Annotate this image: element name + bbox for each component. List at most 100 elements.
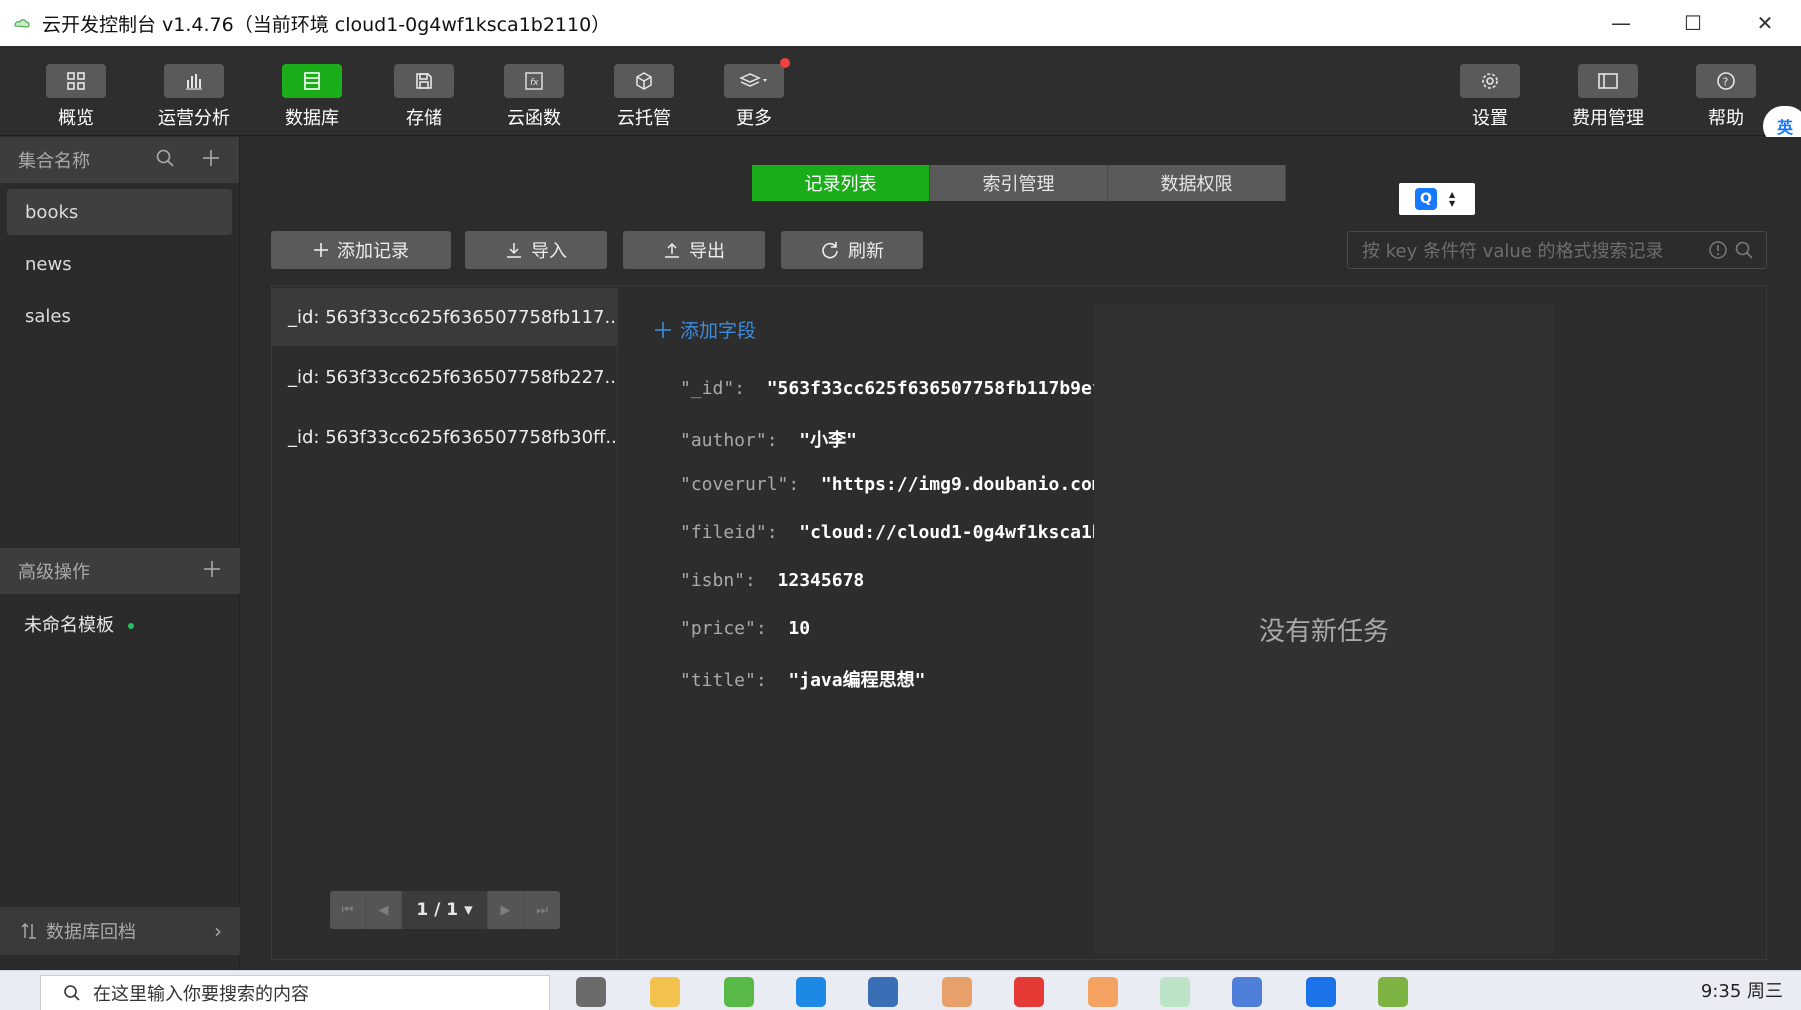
record-item[interactable]: _id: 563f33cc625f636507758fb117...	[272, 288, 617, 346]
search-icon	[63, 984, 81, 1002]
download-icon	[505, 241, 523, 259]
system-clock: 9:35 周三	[1700, 981, 1783, 1002]
add-record-button[interactable]: 添加记录	[271, 231, 451, 269]
prev-page-button[interactable]: ◀	[366, 891, 402, 929]
toolbar-more[interactable]: 更多	[704, 58, 804, 130]
window-title: 云开发控制台 v1.4.76（当前环境 cloud1-0g4wf1ksca1b2…	[42, 13, 611, 36]
db-backup-button[interactable]: 数据库回档 ›	[0, 907, 240, 955]
advanced-header: 高级操作	[0, 548, 240, 594]
file-explorer-icon[interactable]	[650, 977, 680, 1007]
collection-item-sales[interactable]: sales	[7, 293, 232, 339]
maximize-button[interactable]: ☐	[1657, 0, 1729, 46]
collection-item-news[interactable]: news	[7, 241, 232, 287]
toolbar-cloudrun[interactable]: 云托管	[594, 64, 694, 130]
plus-icon	[654, 321, 672, 339]
next-page-button[interactable]: ▶	[488, 891, 524, 929]
tab-data-permissions[interactable]: 数据权限	[1108, 165, 1286, 201]
task-view-icon[interactable]	[576, 977, 606, 1007]
app-icon[interactable]	[724, 977, 754, 1007]
refresh-button[interactable]: 刷新	[781, 231, 923, 269]
grid-icon	[46, 64, 106, 98]
search-icon[interactable]	[155, 148, 175, 173]
field-title[interactable]: "title": "java编程思想"	[680, 666, 925, 692]
toolbar-help-label: 帮助	[1708, 108, 1744, 129]
record-item[interactable]: _id: 563f33cc625f636507758fb30ff...	[272, 408, 617, 466]
status-dot	[128, 623, 134, 629]
toolbar-functions[interactable]: fx 云函数	[484, 64, 584, 130]
svg-text:fx: fx	[530, 78, 539, 88]
app-icon[interactable]	[942, 977, 972, 1007]
export-label: 导出	[689, 241, 725, 262]
record-search-input[interactable]: 按 key 条件符 value 的格式搜索记录	[1347, 231, 1767, 269]
minimize-button[interactable]: —	[1585, 0, 1657, 46]
edge-icon[interactable]	[796, 977, 826, 1007]
no-task-text: 没有新任务	[1258, 616, 1389, 647]
save-icon	[394, 64, 454, 98]
app-icon[interactable]	[1232, 977, 1262, 1007]
field-fileid[interactable]: "fileid": "cloud://cloud1-0g4wf1ksca1b21…	[680, 522, 1118, 543]
toolbar-settings[interactable]: 设置	[1440, 64, 1540, 130]
app-logo-icon	[12, 13, 32, 33]
page-select[interactable]: 1 / 1 ▾	[402, 891, 488, 929]
pagination: ⏮ ◀ 1 / 1 ▾ ▶ ⏭	[330, 891, 560, 929]
template-item[interactable]: 未命名模板	[0, 594, 240, 654]
field-price[interactable]: "price": 10	[680, 618, 810, 639]
info-icon[interactable]	[1708, 240, 1728, 260]
add-record-label: 添加记录	[337, 241, 409, 262]
add-field-label: 添加字段	[680, 320, 757, 342]
record-detail: 添加字段 "_id": "563f33cc625f636507758fb117b…	[618, 286, 1118, 959]
wechat-devtools-icon[interactable]	[1160, 977, 1190, 1007]
title-bar: 云开发控制台 v1.4.76（当前环境 cloud1-0g4wf1ksca1b2…	[0, 0, 1801, 46]
toolbar-analytics-label: 运营分析	[158, 108, 230, 129]
import-label: 导入	[531, 241, 567, 262]
toolbar-overview-label: 概览	[58, 108, 94, 129]
toolbar-database-label: 数据库	[285, 108, 339, 129]
toolbar-more-label: 更多	[736, 108, 772, 129]
toolbar-analytics[interactable]: 运营分析	[144, 64, 244, 130]
toolbar-storage-label: 存储	[406, 108, 442, 129]
top-toolbar: 概览 运营分析 数据库 存储 fx 云函数 云托管 更多 设置 费用管理 ? 帮…	[0, 46, 1801, 146]
q-logo-icon: Q	[1415, 188, 1437, 210]
bar-chart-icon	[164, 64, 224, 98]
toolbar-overview[interactable]: 概览	[26, 64, 126, 130]
app-icon[interactable]	[1088, 977, 1118, 1007]
add-field-button[interactable]: 添加字段	[654, 316, 756, 343]
first-page-button[interactable]: ⏮	[330, 891, 366, 929]
task-panel: 没有新任务	[1094, 304, 1554, 954]
field-coverurl[interactable]: "coverurl": "https://img9.doubanio.com/v…	[680, 474, 1118, 495]
field-isbn[interactable]: "isbn": 12345678	[680, 570, 864, 591]
mail-icon[interactable]	[868, 977, 898, 1007]
gear-icon	[1460, 64, 1520, 98]
add-template-icon[interactable]	[202, 559, 222, 584]
floating-widget[interactable]: Q ▲ ▼	[1399, 183, 1475, 215]
toolbar-billing[interactable]: 费用管理	[1558, 64, 1658, 130]
export-button[interactable]: 导出	[623, 231, 765, 269]
left-sidebar: 集合名称 books news sales 高级操作 未命名模板 数据库回档 ›	[0, 137, 240, 970]
tab-record-list[interactable]: 记录列表	[752, 165, 930, 201]
taskbar-search-input[interactable]: 在这里输入你要搜索的内容	[40, 975, 550, 1010]
help-icon: ?	[1696, 64, 1756, 98]
add-collection-icon[interactable]	[201, 148, 221, 173]
last-page-button[interactable]: ⏭	[524, 891, 560, 929]
toolbar-database[interactable]: 数据库	[262, 64, 362, 130]
page-indicator: 1 / 1	[416, 900, 459, 920]
import-button[interactable]: 导入	[465, 231, 607, 269]
sort-icon	[20, 922, 38, 940]
main-content: 记录列表 索引管理 数据权限 Q ▲ ▼ 添加记录 导入 导出 刷新 按 key…	[241, 137, 1801, 970]
notification-dot	[780, 58, 790, 68]
chrome-icon[interactable]	[1014, 977, 1044, 1007]
toolbar-storage[interactable]: 存储	[374, 64, 474, 130]
collection-item-books[interactable]: books	[7, 189, 232, 235]
app-icon[interactable]	[1378, 977, 1408, 1007]
app-icon[interactable]	[1306, 977, 1336, 1007]
close-button[interactable]: ✕	[1729, 0, 1801, 46]
search-icon[interactable]	[1734, 240, 1754, 260]
search-placeholder: 按 key 条件符 value 的格式搜索记录	[1362, 241, 1664, 262]
field-author[interactable]: "author": "小李"	[680, 426, 857, 452]
field-id[interactable]: "_id": "563f33cc625f636507758fb117b9efd9…	[680, 378, 1118, 399]
toolbar-help[interactable]: ? 帮助	[1676, 64, 1776, 130]
tab-index-management[interactable]: 索引管理	[930, 165, 1108, 201]
spin-arrows-icon[interactable]: ▲ ▼	[1449, 190, 1455, 208]
collections-title: 集合名称	[18, 151, 90, 172]
record-item[interactable]: _id: 563f33cc625f636507758fb227...	[272, 348, 617, 406]
